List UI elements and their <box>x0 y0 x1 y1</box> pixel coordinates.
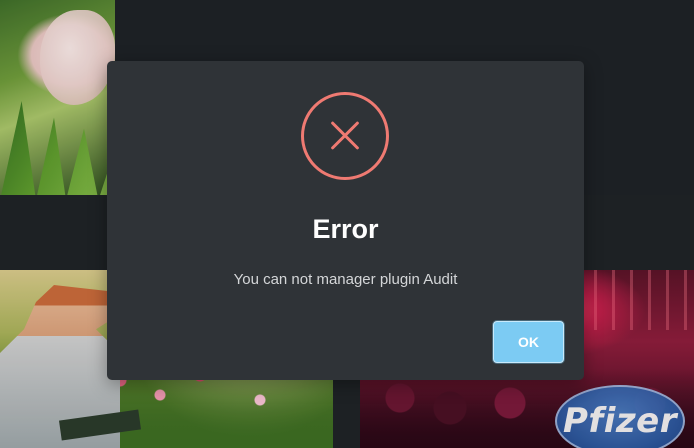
dialog-title: Error <box>312 214 379 244</box>
dialog-message: You can not manager plugin Audit <box>233 271 458 288</box>
ok-button[interactable]: OK <box>493 321 564 363</box>
error-dialog: Error You can not manager plugin Audit O… <box>107 61 584 380</box>
error-x-circle-icon <box>301 92 389 180</box>
